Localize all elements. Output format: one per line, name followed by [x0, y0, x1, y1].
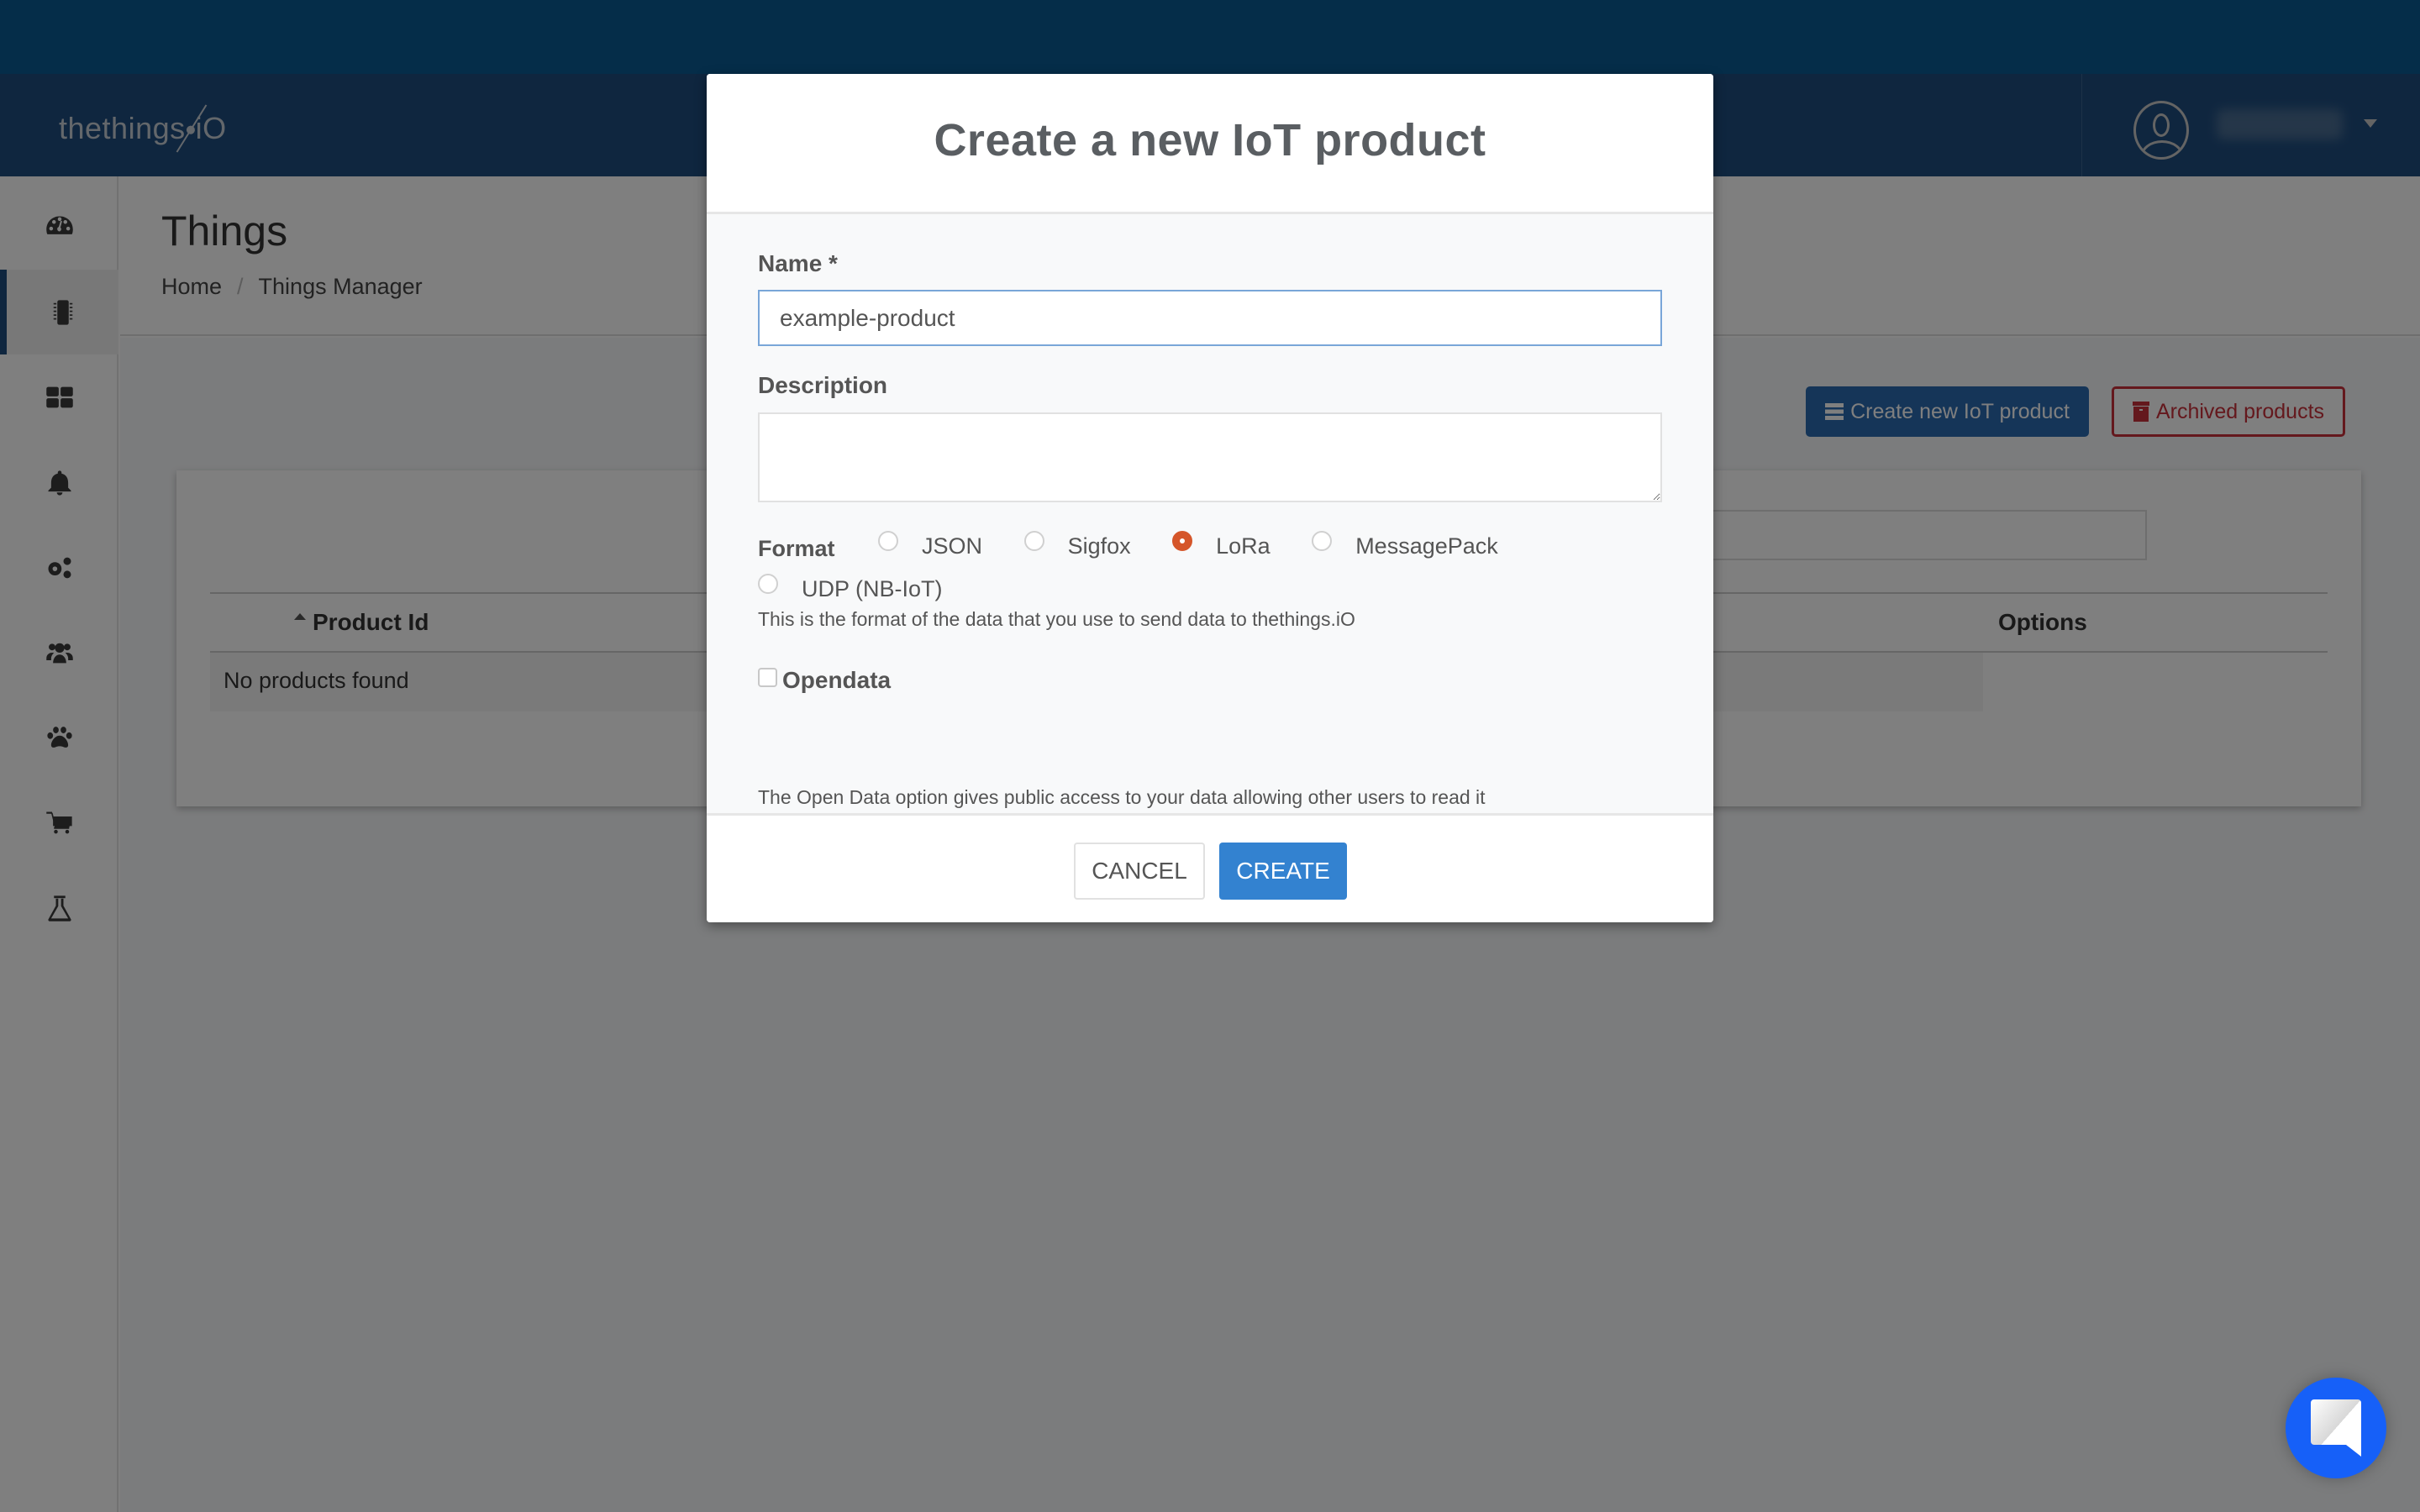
modal-header: Create a new IoT product: [707, 74, 1713, 214]
radio-messagepack[interactable]: [1312, 531, 1333, 551]
format-option-sigfox[interactable]: Sigfox: [1023, 526, 1131, 566]
opendata-row: Opendata: [758, 667, 891, 694]
chat-launcher-button[interactable]: [2286, 1378, 2386, 1478]
create-button[interactable]: CREATE: [1219, 843, 1347, 900]
format-option-lora-label: LoRa: [1216, 533, 1270, 559]
format-option-messagepack-label: MessagePack: [1355, 533, 1498, 559]
modal-title: Create a new IoT product: [934, 115, 1486, 165]
cancel-button[interactable]: CANCEL: [1074, 843, 1205, 900]
opendata-label[interactable]: Opendata: [782, 667, 891, 694]
opendata-help-text: The Open Data option gives public access…: [758, 786, 1486, 808]
chat-bubble-icon: [2311, 1399, 2361, 1457]
create-product-modal: Create a new IoT product Name * Descript…: [707, 74, 1713, 922]
radio-lora[interactable]: [1172, 531, 1193, 551]
radio-sigfox[interactable]: [1023, 531, 1044, 551]
format-option-messagepack[interactable]: MessagePack: [1312, 526, 1498, 566]
opendata-checkbox[interactable]: [758, 667, 777, 687]
description-textarea[interactable]: [758, 412, 1662, 502]
radio-udp[interactable]: [758, 574, 778, 594]
modal-footer: CANCEL CREATE: [707, 813, 1713, 922]
format-radio-group: Format JSON Sigfox LoRa MessagePack UDP …: [758, 526, 1662, 612]
description-label: Description: [758, 372, 888, 398]
format-option-json-label: JSON: [922, 533, 983, 559]
format-option-udp-label: UDP (NB-IoT): [802, 576, 943, 601]
format-option-lora[interactable]: LoRa: [1172, 526, 1270, 566]
format-option-json[interactable]: JSON: [878, 526, 982, 566]
name-label: Name *: [758, 250, 838, 276]
format-option-sigfox-label: Sigfox: [1067, 533, 1131, 559]
name-input[interactable]: [758, 290, 1662, 346]
format-help-text: This is the format of the data that you …: [758, 608, 1355, 630]
radio-json[interactable]: [878, 531, 899, 551]
format-label: Format: [758, 536, 835, 561]
format-option-udp[interactable]: UDP (NB-IoT): [758, 569, 943, 609]
